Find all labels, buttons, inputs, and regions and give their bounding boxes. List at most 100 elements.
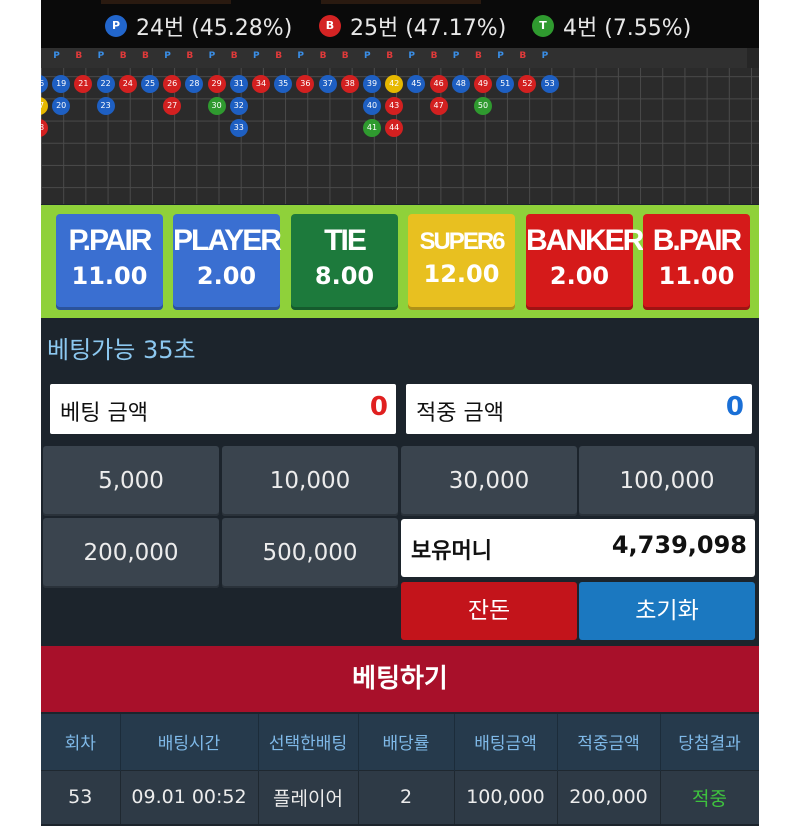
- bead-ball: 28: [185, 75, 204, 93]
- bead-ball: 45: [407, 75, 426, 93]
- column-header: 당첨결과: [660, 714, 759, 770]
- bead-ball: 38: [340, 75, 359, 93]
- bet-odds: 12.00: [423, 260, 500, 288]
- chip-30000-button[interactable]: 30,000: [401, 446, 577, 516]
- road-header-label: B: [275, 51, 283, 61]
- bead-ball: 34: [252, 75, 270, 93]
- place-bet-button[interactable]: 베팅하기: [41, 646, 759, 712]
- column-header: 배팅시간: [120, 714, 259, 770]
- reset-button[interactable]: 초기화: [579, 582, 755, 640]
- road-header-label: B: [430, 51, 438, 61]
- bead-ball: 32: [229, 97, 248, 116]
- road-header-label: P: [497, 51, 504, 61]
- wallet-value: 4,739,098: [611, 531, 747, 559]
- bead-ball: 36: [296, 75, 315, 93]
- bead-ball: 29: [207, 75, 226, 93]
- video-thumbnail-strip: [321, 0, 481, 4]
- bead-ball: 37: [318, 75, 337, 93]
- bead-ball: 27: [163, 97, 182, 116]
- bet-amount-cell: 100,000: [454, 769, 558, 824]
- bead-ball: 35: [274, 75, 293, 93]
- player-stat: P 24번 (45.28%): [105, 10, 292, 42]
- bead-ball: 49: [474, 75, 492, 93]
- bet-odds: 11.00: [658, 262, 735, 290]
- bead-ball: 41: [363, 119, 381, 138]
- road-header-label: B: [341, 51, 349, 61]
- win-amount-field: 적중 금액 0: [406, 384, 752, 434]
- banker-dot-icon: B: [319, 15, 341, 37]
- wallet-label: 보유머니: [411, 539, 492, 564]
- bead-ball: 39: [363, 75, 381, 93]
- bead-ball: 26: [163, 75, 182, 93]
- road-header-label: B: [230, 51, 238, 61]
- bead-ball: 53: [540, 75, 559, 93]
- bet-name: BANKER: [526, 224, 644, 257]
- bet-tie-button[interactable]: TIE 8.00: [291, 214, 398, 310]
- tie-stat: T 4번 (7.55%): [532, 10, 691, 42]
- bet-amount-value: 0: [369, 392, 388, 422]
- betting-timer: 베팅가능 35초: [47, 336, 196, 364]
- bet-banker-button[interactable]: BANKER 2.00: [526, 214, 644, 310]
- banker-stat: B 25번 (47.17%): [319, 10, 506, 42]
- bet-name: SUPER6: [419, 228, 505, 255]
- chip-500000-button[interactable]: 500,000: [222, 518, 398, 588]
- bet-odds: 11.00: [71, 262, 148, 290]
- win-amount-cell: 200,000: [557, 769, 661, 824]
- bead-ball: 47: [429, 97, 448, 116]
- result-cell: 적중: [660, 769, 759, 824]
- bet-amount-field: 베팅 금액 0: [50, 384, 396, 434]
- bead-ball: 19: [52, 75, 71, 93]
- bet-history-table: 회차 배팅시간 선택한배팅 배당률 배팅금액 적중금액 당첨결과 53 09.0…: [41, 714, 759, 824]
- bead-ball: 25: [141, 75, 159, 93]
- bet-b-pair-button[interactable]: B.PAIR 11.00: [643, 214, 750, 310]
- road-header-label: P: [364, 51, 371, 61]
- bead-ball: 50: [474, 97, 492, 116]
- round-cell: 53: [41, 769, 121, 824]
- chip-10000-button[interactable]: 10,000: [222, 446, 398, 516]
- road-header-label: P: [253, 51, 260, 61]
- bet-options-bar: P.PAIR 11.00 PLAYER 2.00 TIE 8.00 SUPER6 12.00 B…: [41, 205, 759, 318]
- bead-ball: 30: [207, 97, 226, 116]
- baccarat-panel: P 24번 (45.28%) B 25번 (47.17%) T 4번 (7.55…: [41, 0, 759, 826]
- bet-name: P.PAIR: [68, 224, 153, 257]
- road-header-label: B: [519, 51, 527, 61]
- road-header-label: B: [75, 51, 83, 61]
- tie-dot-icon: T: [532, 15, 554, 37]
- road-header-label: P: [297, 51, 304, 61]
- result-stats-bar: P 24번 (45.28%) B 25번 (47.17%) T 4번 (7.55…: [41, 0, 759, 48]
- history-header-row: 회차 배팅시간 선택한배팅 배당률 배팅금액 적중금액 당첨결과: [41, 714, 759, 770]
- bead-ball: 42: [385, 75, 404, 93]
- player-stat-text: 24번 (45.28%): [136, 16, 293, 41]
- column-header: 배당률: [358, 714, 455, 770]
- time-cell: 09.01 00:52: [120, 769, 259, 824]
- bead-ball: 44: [385, 119, 404, 138]
- bead-ball: 22: [96, 75, 115, 93]
- win-amount-label: 적중 금액: [416, 401, 504, 426]
- bet-player-button[interactable]: PLAYER 2.00: [173, 214, 282, 310]
- road-header-label: P: [164, 51, 171, 61]
- bet-p-pair-button[interactable]: P.PAIR 11.00: [56, 214, 163, 310]
- bet-amount-label: 베팅 금액: [60, 401, 148, 426]
- bet-super6-button[interactable]: SUPER6 12.00: [408, 214, 515, 310]
- bet-name: TIE: [324, 224, 367, 257]
- bet-odds: 2.00: [549, 262, 610, 290]
- table-row: 53 09.01 00:52 플레이어 2 100,000 200,000 적중: [41, 769, 759, 824]
- bead-ball: 40: [363, 97, 381, 116]
- chip-100000-button[interactable]: 100,000: [579, 446, 755, 516]
- bead-ball: 52: [518, 75, 537, 93]
- bead-ball: 43: [385, 97, 404, 116]
- road-header-label: P: [452, 51, 460, 61]
- bead-ball: 20: [52, 97, 71, 116]
- road-header-label: B: [475, 51, 482, 61]
- bead-ball: 51: [496, 75, 515, 93]
- bead-ball: 18: [41, 119, 48, 138]
- video-thumbnail-strip: [101, 0, 231, 4]
- change-button[interactable]: 잔돈: [401, 582, 577, 640]
- road-header-label: P: [53, 51, 60, 61]
- chip-5000-button[interactable]: 5,000: [43, 446, 219, 516]
- chip-200000-button[interactable]: 200,000: [43, 518, 219, 588]
- bet-odds: 2.00: [196, 262, 257, 290]
- bead-ball: 17: [41, 97, 48, 116]
- bead-ball: 23: [96, 97, 115, 116]
- win-amount-value: 0: [725, 392, 744, 422]
